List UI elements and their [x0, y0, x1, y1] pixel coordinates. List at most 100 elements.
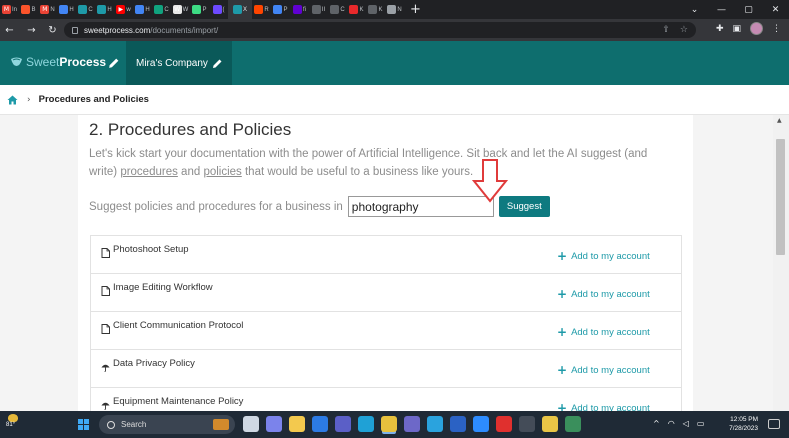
browser-tab[interactable]: C	[76, 0, 95, 19]
reload-button[interactable]: ↻	[45, 25, 60, 36]
add-to-account-label: Add to my account	[571, 288, 650, 300]
sweetprocess-icon	[78, 5, 88, 14]
tab-search-icon[interactable]: ⌄	[681, 0, 708, 19]
add-to-account-button[interactable]: + Add to my account	[557, 364, 650, 376]
tab-title: N	[50, 6, 55, 13]
suggest-label: Suggest policies and procedures for a bu…	[89, 200, 343, 213]
tab-title: (	[222, 6, 225, 13]
chatgpt-icon	[154, 5, 164, 14]
teams-icon[interactable]	[335, 416, 351, 432]
add-to-account-button[interactable]: + Add to my account	[557, 288, 650, 300]
browser-tab[interactable]: K	[347, 0, 366, 19]
scroll-up-arrow-icon[interactable]: ▲	[777, 117, 782, 124]
tab-title: X	[242, 6, 247, 13]
add-to-account-button[interactable]: + Add to my account	[557, 250, 650, 262]
windows-start-icon[interactable]	[78, 419, 89, 430]
browser-tab[interactable]: N	[385, 0, 404, 19]
file-explorer-icon[interactable]	[289, 416, 305, 432]
wordpress-icon: W	[172, 5, 182, 14]
browser-tab[interactable]: R	[252, 0, 271, 19]
browser-tab[interactable]: fi	[290, 0, 309, 19]
tab-title: N	[397, 6, 402, 13]
add-to-account-button[interactable]: + Add to my account	[557, 326, 650, 338]
battery-icon[interactable]: ▭	[697, 419, 705, 428]
add-to-account-button[interactable]: + Add to my account	[557, 402, 650, 411]
taskbar-search[interactable]: Search	[99, 415, 235, 434]
plus-icon: +	[557, 401, 568, 411]
browser-menu-icon[interactable]: ⋮	[772, 24, 781, 34]
browser-tab[interactable]: M In	[0, 0, 19, 19]
edit-pencil-icon[interactable]	[107, 57, 120, 70]
sweetprocess-icon	[232, 5, 242, 14]
scrollbar-thumb[interactable]	[776, 139, 785, 255]
browser-tab[interactable]: MN	[38, 0, 57, 19]
new-tab-button[interactable]: +	[410, 2, 421, 17]
loop-icon	[311, 5, 321, 14]
share-icon[interactable]: ⇪	[662, 25, 670, 35]
chrome-icon[interactable]	[381, 416, 397, 432]
tray-chevron-icon[interactable]: ^	[653, 419, 660, 428]
bookmark-star-icon[interactable]: ☆	[680, 25, 688, 35]
page-scrollbar[interactable]: ▲	[773, 115, 789, 411]
volume-icon[interactable]: ◁	[683, 419, 689, 428]
suggestion-label: Image Editing Workflow	[113, 282, 213, 293]
home-icon[interactable]	[7, 95, 18, 105]
tab-title: In	[11, 6, 17, 13]
browser-tab[interactable]: K	[366, 0, 385, 19]
zoom-icon[interactable]	[473, 416, 489, 432]
browser-tab[interactable]: C	[328, 0, 347, 19]
tab-title: C	[164, 6, 169, 13]
extensions-puzzle-icon[interactable]: ✚	[716, 24, 724, 34]
policies-link[interactable]: policies	[203, 166, 241, 178]
browser-tab[interactable]: H	[95, 0, 114, 19]
windows-taskbar: 81° Search ^ ◠ ◁ ▭ 12:05 PM 7/28/2023	[0, 411, 789, 438]
url-text: sweetprocess.com/documents/import/	[84, 26, 218, 35]
browser-tab[interactable]: H	[57, 0, 76, 19]
address-bar[interactable]: sweetprocess.com/documents/import/ ⇪ ☆	[64, 22, 696, 38]
acrobat-icon[interactable]	[496, 416, 512, 432]
browser-tab[interactable]: ▶ w	[114, 0, 133, 19]
browser-tab[interactable]: P	[190, 0, 209, 19]
side-panel-icon[interactable]: ▣	[732, 24, 741, 34]
wifi-icon[interactable]: ◠	[668, 419, 675, 428]
breadcrumb: › Procedures and Policies	[0, 85, 789, 115]
teams-chat-icon[interactable]	[266, 416, 282, 432]
search-label: Search	[121, 420, 147, 429]
browser-tab[interactable]: B	[19, 0, 38, 19]
browser-tab[interactable]: WW	[171, 0, 190, 19]
maximize-button[interactable]: ▢	[735, 0, 762, 19]
media-icon[interactable]	[404, 416, 420, 432]
url-path: /documents/import/	[150, 25, 219, 35]
suggestion-title: Image Editing Workflow	[101, 282, 213, 296]
vpn-icon[interactable]	[565, 416, 581, 432]
browser-tab[interactable]: (	[209, 0, 228, 19]
files-icon[interactable]	[542, 416, 558, 432]
edit-company-pencil-icon[interactable]	[211, 58, 223, 70]
edge-icon[interactable]	[358, 416, 374, 432]
minimize-button[interactable]: —	[708, 0, 735, 19]
browser-tab[interactable]: P	[271, 0, 290, 19]
browser-tab[interactable]: X	[228, 0, 252, 19]
profile-avatar[interactable]	[750, 22, 763, 35]
tab-title: H	[145, 6, 150, 13]
browser-tab[interactable]: H	[133, 0, 152, 19]
taskbar-clock[interactable]: 12:05 PM 7/28/2023	[720, 415, 758, 433]
intro-text-and: and	[177, 166, 204, 178]
mail-icon[interactable]	[312, 416, 328, 432]
back-button[interactable]: ←	[2, 25, 17, 36]
sweetprocess-logo[interactable]: Sweet Process	[10, 55, 106, 69]
weather-temperature: 81°	[6, 422, 16, 428]
sweetprocess-icon	[97, 5, 107, 14]
close-window-button[interactable]: ✕	[762, 0, 789, 19]
notification-icon[interactable]	[768, 419, 780, 429]
app-icon[interactable]	[519, 416, 535, 432]
browser-tab[interactable]: C	[152, 0, 171, 19]
telegram-icon[interactable]	[427, 416, 443, 432]
forward-button[interactable]: →	[24, 25, 39, 36]
word-icon[interactable]	[450, 416, 466, 432]
task-view-icon[interactable]	[243, 416, 259, 432]
globe-icon	[387, 5, 397, 14]
browser-tab[interactable]: II	[309, 0, 328, 19]
weather-widget[interactable]: 81°	[6, 414, 26, 428]
procedures-link[interactable]: procedures	[120, 166, 178, 178]
